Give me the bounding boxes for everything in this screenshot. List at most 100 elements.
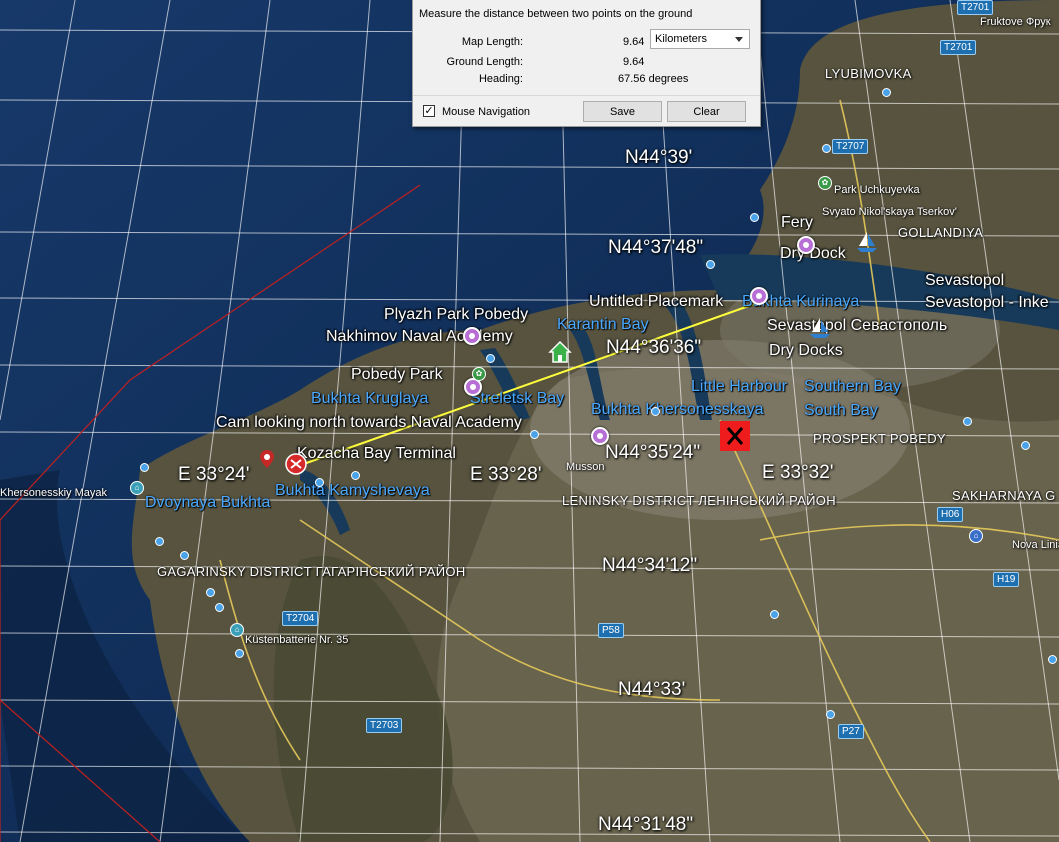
water-label: Southern Bay xyxy=(804,378,901,395)
grid-lat-label: N44°39' xyxy=(625,147,693,168)
divider xyxy=(413,95,760,96)
poi-dot[interactable] xyxy=(706,260,715,269)
poi-label[interactable]: Küstenbatterie Nr. 35 xyxy=(245,635,348,646)
placemark-pin-icon[interactable] xyxy=(797,236,815,254)
poi-dot[interactable] xyxy=(1021,441,1030,450)
heading-label: Heading: xyxy=(478,73,523,85)
district-label: PROSPEKT POBEDY xyxy=(813,431,946,446)
poi-dot[interactable] xyxy=(155,537,164,546)
park-icon[interactable]: ✿ xyxy=(818,176,832,190)
home-icon[interactable] xyxy=(548,340,572,364)
poi-dot[interactable] xyxy=(180,551,189,560)
water-label: Dvoynaya Bukhta xyxy=(145,494,271,511)
sailboat-icon[interactable] xyxy=(808,316,832,340)
grid-lon-label: E 33°32' xyxy=(762,462,834,483)
road-shield: H06 xyxy=(937,507,964,522)
dialog-instructions: Measure the distance between two points … xyxy=(419,8,693,20)
placemark-pin-icon[interactable] xyxy=(463,327,481,345)
camera-marker-icon[interactable] xyxy=(283,451,309,477)
placemark-label[interactable]: Plyazh Park Pobedy xyxy=(384,307,528,323)
placemark-pin-icon[interactable] xyxy=(750,287,768,305)
park-icon[interactable]: ✿ xyxy=(472,367,486,381)
clear-button[interactable]: Clear xyxy=(667,101,746,122)
placemark-label[interactable]: Kozacha Bay Terminal xyxy=(297,446,456,462)
placemark-label[interactable]: Sevastopol Севастополь xyxy=(767,318,947,334)
grid-lon-label: E 33°28' xyxy=(470,464,542,485)
poi-dot[interactable] xyxy=(882,88,891,97)
poi-label[interactable]: Svyato Nikol'skaya Tserkov' xyxy=(822,207,957,218)
unit-select-value: Kilometers xyxy=(655,33,707,45)
ground-length-label: Ground Length: xyxy=(446,56,523,68)
road-shield: P58 xyxy=(598,623,624,638)
heading-value: 67.56 degrees xyxy=(618,73,689,85)
poi-dot[interactable] xyxy=(963,417,972,426)
poi-dot[interactable] xyxy=(351,471,360,480)
road-shield: T2701 xyxy=(940,40,977,55)
ground-length-value: 9.64 xyxy=(623,56,645,68)
district-label: LENINSKY DISTRICT ЛЕНІНСЬКИЙ РАЙОН xyxy=(562,493,836,508)
map-pin-icon[interactable] xyxy=(260,450,274,468)
poi-dot[interactable] xyxy=(770,610,779,619)
placemark-label[interactable]: Fery xyxy=(781,215,813,231)
placemark-label[interactable]: Untitled Placemark xyxy=(589,294,723,310)
water-label: Streletsk Bay xyxy=(470,390,565,407)
grid-lat-label: N44°34'12" xyxy=(602,555,698,576)
water-label: Karantin Bay xyxy=(557,316,649,333)
museum-icon[interactable]: ⌂ xyxy=(230,623,244,637)
district-label: SAKHARNAYA G xyxy=(952,488,1056,503)
poi-dot[interactable] xyxy=(1048,655,1057,664)
district-label: GOLLANDIYA xyxy=(898,225,984,240)
poi-dot[interactable] xyxy=(235,649,244,658)
placemark-pin-icon[interactable] xyxy=(591,427,609,445)
placemark-label[interactable]: Cam looking north towards Naval Academy xyxy=(216,415,522,431)
poi-dot[interactable] xyxy=(826,710,835,719)
poi-label[interactable]: Nova Linia xyxy=(1012,540,1059,551)
grid-lat-label: N44°37'48" xyxy=(608,237,704,258)
chevron-down-icon xyxy=(735,37,743,42)
mouse-navigation-checkbox[interactable]: ✓ xyxy=(423,105,435,117)
grid-lon-label: E 33°24' xyxy=(178,464,250,485)
poi-dot[interactable] xyxy=(651,407,660,416)
placemark-label[interactable]: Dry Docks xyxy=(769,343,843,359)
lighthouse-icon[interactable]: ⌂ xyxy=(130,481,144,495)
poi-dot[interactable] xyxy=(215,603,224,612)
placemark-label[interactable]: Sevastopol - Inke xyxy=(925,295,1049,311)
grid-lat-label: N44°31'48" xyxy=(598,814,694,835)
mouse-navigation-label[interactable]: Mouse Navigation xyxy=(442,106,530,118)
road-shield: H19 xyxy=(993,572,1020,587)
poi-label[interactable]: Park Uchkuyevka xyxy=(834,185,920,196)
poi-label[interactable]: Khersonesskiy Mayak xyxy=(0,488,107,499)
measure-dialog: Measure the distance between two points … xyxy=(412,0,761,127)
water-label: South Bay xyxy=(804,402,878,419)
poi-dot[interactable] xyxy=(486,354,495,363)
poi-dot[interactable] xyxy=(315,478,324,487)
grid-lat-label: N44°36'36" xyxy=(606,337,702,358)
sailboat-icon[interactable] xyxy=(855,230,879,254)
save-button[interactable]: Save xyxy=(583,101,662,122)
road-shield: P27 xyxy=(838,724,864,739)
poi-label[interactable]: Fruktove Фрук xyxy=(980,17,1051,28)
district-label: LYUBIMOVKA xyxy=(825,66,912,81)
water-label: Bukhta Kamyshevaya xyxy=(275,482,430,499)
road-shield: T2704 xyxy=(282,611,319,626)
poi-dot[interactable] xyxy=(140,463,149,472)
water-label: Bukhta Khersonesskaya xyxy=(591,401,764,418)
poi-dot[interactable] xyxy=(750,213,759,222)
road-shield: T2707 xyxy=(832,139,869,154)
poi-label[interactable]: Musson xyxy=(566,462,605,473)
poi-dot[interactable] xyxy=(206,588,215,597)
road-shield: T2701 xyxy=(957,0,994,15)
poi-dot[interactable] xyxy=(822,144,831,153)
placemark-label[interactable]: Nakhimov Naval Academy xyxy=(326,329,513,345)
restaurant-marker-icon[interactable] xyxy=(720,421,750,451)
placemark-label[interactable]: Pobedy Park xyxy=(351,367,443,383)
road-shield: T2703 xyxy=(366,718,403,733)
map-length-value: 9.64 xyxy=(623,36,645,48)
district-label: GAGARINSKY DISTRICT ГАГАРІНСЬКИЙ РАЙОН xyxy=(157,564,466,579)
placemark-label[interactable]: Sevastopol xyxy=(925,273,1004,289)
unit-select[interactable]: Kilometers xyxy=(650,29,750,49)
grid-lat-label: N44°35'24" xyxy=(605,442,701,463)
map-length-label: Map Length: xyxy=(461,36,523,48)
poi-dot[interactable] xyxy=(530,430,539,439)
shopping-icon[interactable]: ⌂ xyxy=(969,529,983,543)
